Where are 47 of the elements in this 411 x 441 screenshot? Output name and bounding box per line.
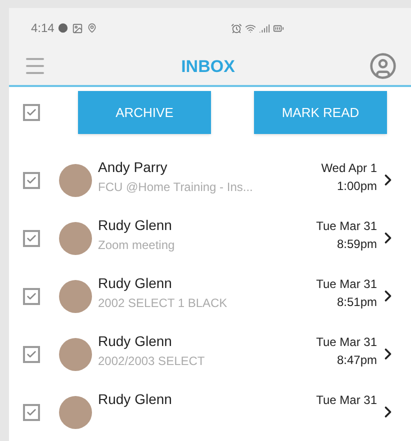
sender-name: Andy Parry — [98, 158, 168, 177]
message-time: 8:47pm — [336, 352, 377, 369]
avatar-placeholder — [59, 164, 92, 196]
profile-icon[interactable] — [369, 52, 397, 80]
avatar-placeholder — [59, 280, 92, 312]
check-icon — [26, 174, 37, 186]
message-time: 8:51pm — [336, 294, 377, 311]
message-preview: FCU @Home Training - Ins... — [98, 179, 254, 196]
avatar-placeholder — [59, 222, 92, 254]
action-button[interactable]: ARCHIVE — [78, 91, 211, 134]
message-date: Tue Mar 31 — [316, 334, 377, 351]
header-title: INBOX — [181, 56, 235, 78]
sender-name: Rudy Glenn — [98, 274, 173, 293]
checkbox[interactable] — [23, 288, 40, 304]
checkbox[interactable] — [23, 230, 40, 246]
signal-icon — [259, 22, 270, 34]
message-time: 1:00pm — [336, 178, 377, 195]
sender-name: Rudy Glenn — [98, 390, 173, 409]
avatar-placeholder — [59, 396, 92, 428]
checkbox[interactable] — [23, 404, 40, 420]
action-button[interactable]: MARK READ — [254, 91, 387, 134]
check-icon — [26, 232, 37, 244]
check-icon — [26, 406, 37, 418]
alarm-icon — [231, 22, 242, 34]
status-time: 4:14 — [31, 20, 54, 38]
checkbox[interactable] — [23, 346, 40, 362]
image-icon — [72, 22, 84, 34]
wifi-icon — [245, 22, 256, 34]
notification-icon — [58, 23, 68, 34]
message-date: Wed Apr 1 — [321, 160, 377, 177]
message-preview: Zoom meeting — [98, 237, 176, 254]
check-icon — [26, 290, 37, 302]
avatar-placeholder — [59, 338, 92, 370]
message-time: 8:59pm — [336, 236, 377, 253]
sender-name: Rudy Glenn — [98, 216, 173, 235]
checkbox[interactable] — [23, 104, 40, 122]
battery-icon — [273, 22, 284, 34]
check-icon — [26, 107, 37, 118]
sender-name: Rudy Glenn — [98, 332, 173, 351]
check-icon — [26, 348, 37, 360]
pin-icon — [87, 23, 98, 34]
message-date: Tue Mar 31 — [316, 392, 377, 409]
message-date: Tue Mar 31 — [316, 276, 377, 293]
checkbox[interactable] — [23, 172, 40, 188]
message-preview: 2002/2003 SELECT — [98, 353, 206, 370]
message-preview: 2002 SELECT 1 BLACK — [98, 295, 228, 312]
message-date: Tue Mar 31 — [316, 218, 377, 235]
